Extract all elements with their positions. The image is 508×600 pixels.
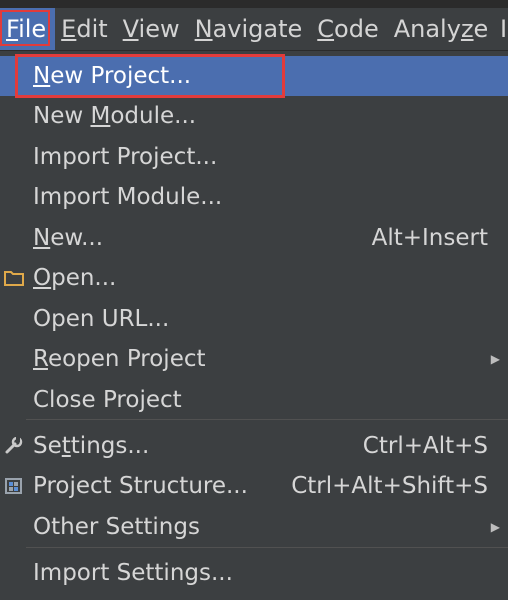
- menu-item-label: Open URL...: [33, 306, 170, 332]
- menu-item-new[interactable]: New... Alt+Insert: [0, 218, 508, 258]
- mnemonic: R: [33, 346, 48, 372]
- menu-navigate[interactable]: Navigate: [189, 8, 312, 50]
- menu-edit-mnemonic: E: [61, 15, 77, 43]
- menu-item-label: Settings...: [33, 433, 149, 459]
- menu-view-mnemonic: V: [122, 15, 139, 43]
- menu-item-open-url[interactable]: Open URL...: [0, 299, 508, 339]
- menu-item-label: Import Settings...: [33, 560, 233, 586]
- folder-icon: [4, 271, 24, 286]
- menu-item-import-settings[interactable]: Import Settings...: [0, 553, 508, 593]
- menu-bar: File Edit View Navigate Code Analyze I: [0, 8, 508, 50]
- menu-item-label: New Module...: [33, 103, 196, 129]
- mnemonic: O: [33, 265, 52, 291]
- menu-analyze-post: e: [473, 15, 489, 43]
- file-menu-dropdown: New Project... New Module... Import Proj…: [0, 50, 508, 600]
- menu-item-import-module[interactable]: Import Module...: [0, 177, 508, 217]
- label-rest: pen...: [51, 265, 117, 291]
- menu-item-import-project[interactable]: Import Project...: [0, 137, 508, 177]
- menu-file[interactable]: File: [0, 8, 56, 50]
- mnemonic: N: [33, 225, 51, 251]
- menu-item-shortcut: Alt+Insert: [371, 225, 488, 251]
- wrench-icon: [5, 437, 23, 454]
- menu-analyze-mnemonic: z: [460, 15, 474, 43]
- menu-item-label: Reopen Project: [33, 346, 206, 372]
- label-pre: Se: [33, 433, 62, 459]
- label-rest: ew...: [50, 225, 104, 251]
- label-pre: New: [33, 103, 91, 129]
- label-rest: ew Project...: [50, 63, 192, 89]
- label-rest: tings...: [70, 433, 150, 459]
- submenu-arrow-icon: ▶: [490, 352, 500, 366]
- menu-edit[interactable]: Edit: [55, 8, 116, 50]
- label-rest: eopen Project: [47, 346, 206, 372]
- menu-analyze-pre: Analy: [393, 15, 461, 43]
- menu-item-shortcut: Ctrl+Alt+Shift+S: [291, 473, 488, 499]
- menu-code-mnemonic: C: [317, 15, 335, 43]
- menu-navigate-mnemonic: N: [194, 15, 213, 43]
- menu-item-label: Project Structure...: [33, 473, 248, 499]
- label-rest: odule...: [110, 103, 197, 129]
- menu-view[interactable]: View: [117, 8, 189, 50]
- menu-item-close-project[interactable]: Close Project: [0, 380, 508, 420]
- menu-separator: [26, 419, 508, 420]
- project-structure-icon: [5, 478, 22, 494]
- menu-edit-post: dit: [76, 15, 108, 43]
- menu-item-other-settings[interactable]: Other Settings ▶: [0, 507, 508, 547]
- menu-item-label: Close Project: [33, 387, 182, 413]
- menu-item-settings[interactable]: Settings... Ctrl+Alt+S: [0, 426, 508, 466]
- window-title-strip: [0, 0, 508, 8]
- menu-item-label: New...: [33, 225, 103, 251]
- menu-analyze[interactable]: Analyze: [388, 8, 498, 50]
- menu-item-reopen-project[interactable]: Reopen Project ▶: [0, 339, 508, 379]
- menu-separator: [26, 547, 508, 548]
- submenu-arrow-icon: ▶: [490, 520, 500, 534]
- menu-code-post: ode: [334, 15, 379, 43]
- menu-item-project-structure[interactable]: Project Structure... Ctrl+Alt+Shift+S: [0, 466, 508, 506]
- menu-item-label: New Project...: [33, 63, 191, 89]
- menu-item-label: Import Module...: [33, 184, 223, 210]
- file-menu-highlight-box: [0, 10, 50, 46]
- menu-item-open[interactable]: Open...: [0, 258, 508, 298]
- menu-code[interactable]: Code: [311, 8, 387, 50]
- menu-item-new-module[interactable]: New Module...: [0, 96, 508, 136]
- ide-window: File Edit View Navigate Code Analyze I N…: [0, 0, 508, 600]
- menu-item-label: Import Project...: [33, 144, 218, 170]
- menu-item-label: Other Settings: [33, 514, 200, 540]
- mnemonic: M: [90, 103, 111, 129]
- menu-item-shortcut: Ctrl+Alt+S: [362, 433, 488, 459]
- menu-navigate-post: avigate: [212, 15, 303, 43]
- menu-cutoff[interactable]: I: [500, 8, 507, 50]
- mnemonic: t: [61, 433, 71, 459]
- menu-view-post: iew: [138, 15, 180, 43]
- menu-item-new-project[interactable]: New Project...: [0, 56, 508, 96]
- mnemonic: N: [33, 63, 51, 89]
- menu-item-label: Open...: [33, 265, 116, 291]
